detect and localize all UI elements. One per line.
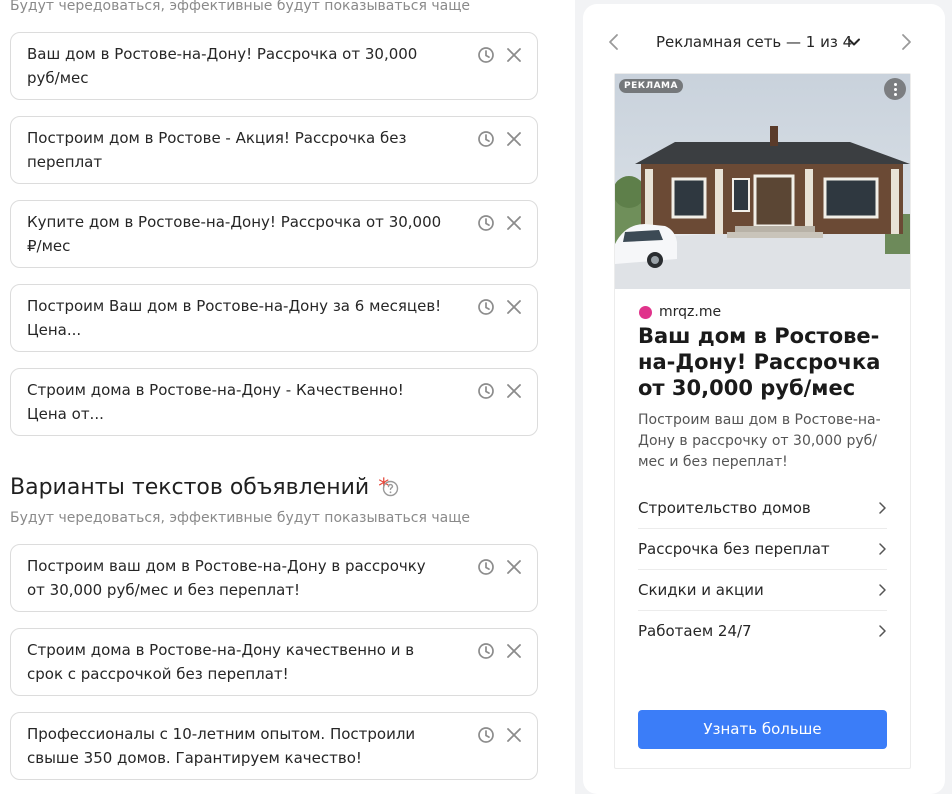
chevron-down-icon[interactable] — [846, 34, 862, 50]
sitelink-item[interactable]: Рассрочка без переплат — [638, 529, 887, 570]
clock-icon[interactable] — [477, 642, 495, 660]
column-divider — [575, 0, 583, 794]
chevron-right-icon[interactable] — [897, 32, 915, 52]
sitelink-item[interactable]: Строительство домов — [638, 488, 887, 529]
ad-domain[interactable]: mrqz.me — [659, 303, 721, 321]
ad-text-field[interactable]: Строим дома в Ростове-на-Дону качественн… — [10, 628, 538, 696]
sitelink-label: Строительство домов — [638, 499, 811, 517]
clock-icon[interactable] — [477, 46, 495, 64]
headline-field[interactable]: Купите дом в Ростове-на-Дону! Рассрочка … — [10, 200, 538, 268]
headlines-hint: Будут чередоваться, эффективные будут по… — [10, 0, 471, 14]
chevron-right-icon — [879, 502, 886, 514]
close-icon[interactable] — [505, 726, 523, 744]
more-options-icon[interactable] — [884, 78, 906, 100]
ad-editor-page: Будут чередоваться, эффективные будут по… — [0, 0, 952, 794]
headline-text: Построим дом в Ростове - Акция! Рассрочк… — [27, 129, 407, 171]
ad-text: Построим ваш дом в Ростове-на-Дону в рас… — [27, 557, 426, 599]
headline-field[interactable]: Ваш дом в Ростове-на-Дону! Рассрочка от … — [10, 32, 538, 100]
ad-image[interactable]: РЕКЛАМА — [615, 74, 910, 289]
chevron-left-icon[interactable] — [605, 32, 623, 52]
ad-text-field[interactable]: Построим ваш дом в Ростове-на-Дону в рас… — [10, 544, 538, 612]
sitelinks-list: Строительство домов Рассрочка без перепл… — [638, 488, 887, 652]
headline-text: Купите дом в Ростове-на-Дону! Рассрочка … — [27, 213, 442, 255]
sitelink-label: Работаем 24/7 — [638, 622, 752, 640]
ad-preview-card: РЕКЛАМА mrqz.me Ваш дом в Ростове-на-Дон… — [614, 73, 911, 769]
clock-icon[interactable] — [477, 726, 495, 744]
house-photo — [615, 74, 910, 289]
ad-body: Построим ваш дом в Ростове-на-Дону в рас… — [638, 412, 881, 470]
sitelink-item[interactable]: Скидки и акции — [638, 570, 887, 611]
preview-column: Рекламная сеть — 1 из 4 РЕКЛАМА mrqz.me … — [583, 0, 952, 794]
sitelink-label: Рассрочка без переплат — [638, 540, 830, 558]
close-icon[interactable] — [505, 130, 523, 148]
clock-icon[interactable] — [477, 298, 495, 316]
close-icon[interactable] — [505, 558, 523, 576]
ad-text: Профессионалы с 10-летним опытом. Постро… — [27, 725, 416, 767]
headline-field[interactable]: Построим дом в Ростове - Акция! Рассрочк… — [10, 116, 538, 184]
ad-texts-section-title: Варианты текстов объявлений * — [10, 472, 389, 504]
headline-field[interactable]: Строим дома в Ростове-на-Дону - Качестве… — [10, 368, 538, 436]
help-icon[interactable] — [382, 480, 399, 497]
cta-button[interactable]: Узнать больше — [638, 710, 887, 749]
ad-text: Строим дома в Ростове-на-Дону качественн… — [27, 641, 415, 683]
close-icon[interactable] — [505, 298, 523, 316]
section-title-label: Варианты текстов объявлений — [10, 475, 370, 500]
close-icon[interactable] — [505, 382, 523, 400]
preview-panel: Рекламная сеть — 1 из 4 РЕКЛАМА mrqz.me … — [583, 4, 945, 794]
headline-text: Построим Ваш дом в Ростове-на-Дону за 6 … — [27, 297, 442, 339]
sitelink-label: Скидки и акции — [638, 581, 764, 599]
chevron-right-icon — [879, 584, 886, 596]
clock-icon[interactable] — [477, 214, 495, 232]
favicon-icon — [639, 306, 652, 319]
editor-column: Будут чередоваться, эффективные будут по… — [0, 0, 575, 794]
network-selector-label[interactable]: Рекламная сеть — 1 из 4 — [656, 31, 852, 53]
chevron-right-icon — [879, 625, 886, 637]
chevron-right-icon — [879, 543, 886, 555]
close-icon[interactable] — [505, 642, 523, 660]
headline-field[interactable]: Построим Ваш дом в Ростове-на-Дону за 6 … — [10, 284, 538, 352]
sitelink-item[interactable]: Работаем 24/7 — [638, 611, 887, 652]
close-icon[interactable] — [505, 214, 523, 232]
headline-text: Ваш дом в Ростове-на-Дону! Рассрочка от … — [27, 45, 418, 87]
clock-icon[interactable] — [477, 558, 495, 576]
close-icon[interactable] — [505, 46, 523, 64]
ad-texts-hint: Будут чередоваться, эффективные будут по… — [10, 510, 471, 526]
clock-icon[interactable] — [477, 130, 495, 148]
clock-icon[interactable] — [477, 382, 495, 400]
ad-text-field[interactable]: Профессионалы с 10-летним опытом. Постро… — [10, 712, 538, 780]
ad-badge: РЕКЛАМА — [619, 79, 683, 93]
ad-title[interactable]: Ваш дом в Ростове-на-Дону! Рассрочка от … — [638, 323, 888, 401]
headline-text: Строим дома в Ростове-на-Дону - Качестве… — [27, 381, 404, 423]
